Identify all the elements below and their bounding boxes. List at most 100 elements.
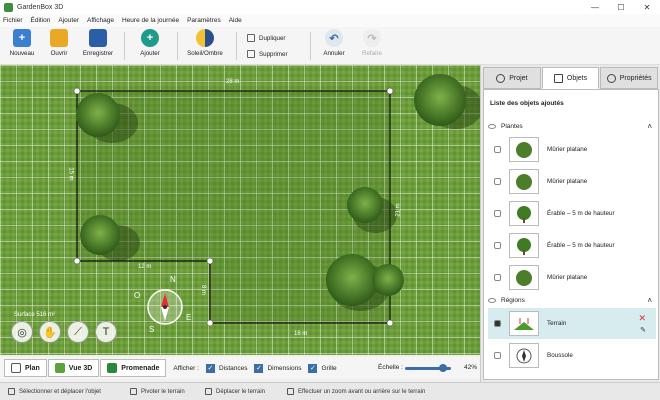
lock-icon[interactable] bbox=[494, 210, 501, 217]
menu-edition[interactable]: Édition bbox=[31, 17, 51, 24]
tab-proprietes[interactable]: Propriétés bbox=[600, 67, 659, 89]
plan-icon bbox=[11, 363, 21, 373]
chevron-up-icon[interactable]: ˄ bbox=[647, 122, 652, 131]
delete-button[interactable]: Supprimer bbox=[247, 50, 288, 58]
status-zoom: Effectuer un zoom avant ou arrière sur l… bbox=[298, 388, 426, 395]
garden-canvas[interactable]: 28 m 15 m 21 m 12 m 8 m 16 m N E S O Sur… bbox=[0, 65, 480, 355]
close-icon[interactable]: ✕ bbox=[638, 313, 646, 324]
chevron-up-icon[interactable]: ˄ bbox=[647, 296, 652, 305]
tree-thumbnail-icon bbox=[509, 265, 539, 290]
menu-affichage[interactable]: Affichage bbox=[87, 17, 114, 24]
new-file-icon: + bbox=[13, 29, 31, 47]
objects-list: Liste des objets ajoutés Plantes ˄ Mûrie… bbox=[483, 89, 659, 380]
scale-slider[interactable] bbox=[405, 364, 451, 372]
tab-projet[interactable]: Projet bbox=[483, 67, 541, 89]
pencil-icon[interactable]: ✎ bbox=[640, 326, 646, 334]
compass-e: E bbox=[186, 313, 192, 322]
sun-shade-button[interactable]: Soleil/Ombre bbox=[183, 29, 227, 57]
walker-icon bbox=[107, 363, 118, 373]
tree-thumbnail-icon bbox=[509, 233, 539, 258]
list-item[interactable]: Mûrier platane bbox=[488, 134, 656, 165]
app-logo-icon bbox=[4, 2, 13, 12]
dimensions-checkbox[interactable]: ✓ Dimensions bbox=[254, 363, 301, 373]
tree-thumbnail-icon bbox=[509, 169, 539, 194]
list-item[interactable]: Érable – 5 m de hauteur bbox=[488, 230, 656, 261]
sun-shade-icon bbox=[196, 29, 214, 47]
right-panel: Projet Objets Propriétés Liste des objet… bbox=[480, 65, 660, 382]
open-button[interactable]: Ouvrir bbox=[37, 29, 81, 57]
maximize-button[interactable]: ☐ bbox=[608, 0, 634, 14]
text-icon: T bbox=[102, 326, 110, 338]
tree-thumbnail-icon bbox=[509, 201, 539, 226]
dim-bottom-label: 16 m bbox=[294, 331, 308, 337]
tab-objets[interactable]: Objets bbox=[541, 67, 600, 89]
lock-icon[interactable] bbox=[494, 242, 501, 249]
list-title: Liste des objets ajoutés bbox=[490, 100, 564, 107]
title-bar: GardenBox 3D — ☐ ✕ bbox=[0, 0, 660, 14]
list-item[interactable]: Mûrier platane bbox=[488, 262, 656, 293]
check-icon: ✓ bbox=[254, 363, 264, 373]
menu-ajouter[interactable]: Ajouter bbox=[58, 17, 79, 24]
surface-label: Surface 516 m² bbox=[14, 312, 56, 318]
compass-thumbnail-icon bbox=[509, 343, 539, 368]
eye-icon[interactable] bbox=[488, 297, 496, 303]
status-rotate: Pivoter le terrain bbox=[141, 388, 185, 395]
status-select: Sélectionner et déplacer l'objet bbox=[19, 388, 101, 395]
show-label: Afficher : bbox=[173, 364, 199, 372]
menu-parametres[interactable]: Paramètres bbox=[187, 17, 221, 24]
save-button[interactable]: Enregistrer bbox=[76, 29, 120, 57]
lock-icon[interactable] bbox=[494, 178, 501, 185]
redo-button[interactable]: ↷ Refaire bbox=[350, 29, 394, 57]
layers-icon bbox=[553, 73, 563, 83]
menu-fichier[interactable]: Fichier bbox=[3, 17, 23, 24]
lock-icon[interactable] bbox=[494, 320, 501, 327]
group-plants[interactable]: Plantes ˄ bbox=[488, 120, 656, 132]
tab-promenade[interactable]: Promenade bbox=[100, 359, 167, 377]
scale-slider-thumb[interactable] bbox=[439, 364, 447, 372]
compass-o: O bbox=[134, 291, 141, 300]
text-tool[interactable]: T bbox=[95, 321, 117, 343]
measure-tool[interactable]: ⟋ bbox=[67, 321, 89, 343]
status-move: Déplacer le terrain bbox=[216, 388, 266, 395]
undo-icon: ↶ bbox=[325, 29, 343, 47]
dim-top-label: 28 m bbox=[226, 79, 240, 85]
hand-icon: ✋ bbox=[43, 326, 57, 339]
pan-tool[interactable]: ✋ bbox=[39, 321, 61, 343]
minimize-button[interactable]: — bbox=[582, 0, 608, 14]
folder-icon bbox=[50, 29, 68, 47]
add-button[interactable]: + Ajouter bbox=[128, 29, 172, 57]
menu-bar: Fichier Édition Ajouter Affichage Heure … bbox=[0, 14, 660, 27]
gear-icon bbox=[606, 73, 616, 83]
list-item[interactable]: Mûrier platane bbox=[488, 166, 656, 197]
eye-icon[interactable] bbox=[494, 352, 501, 359]
duplicate-button[interactable]: Dupliquer bbox=[247, 34, 285, 42]
eye-icon[interactable] bbox=[488, 123, 496, 129]
distances-checkbox[interactable]: ✓ Distances bbox=[205, 363, 247, 373]
ruler-icon: ⟋ bbox=[74, 325, 82, 338]
close-button[interactable]: ✕ bbox=[634, 0, 660, 14]
tab-plan[interactable]: Plan bbox=[4, 359, 47, 377]
floppy-disk-icon bbox=[89, 29, 107, 47]
window-title: GardenBox 3D bbox=[17, 3, 64, 11]
check-icon: ✓ bbox=[308, 363, 318, 373]
tab-3d[interactable]: Vue 3D bbox=[47, 359, 100, 377]
list-item-terrain[interactable]: Terrain ✕ ✎ bbox=[488, 308, 656, 339]
view-bar: Plan Vue 3D Promenade Afficher : ✓ Dista… bbox=[0, 357, 480, 379]
compass-s: S bbox=[149, 325, 155, 334]
list-item-compass[interactable]: Boussole bbox=[488, 340, 656, 371]
lock-icon[interactable] bbox=[494, 274, 501, 281]
project-icon bbox=[496, 73, 506, 83]
status-bar: Sélectionner et déplacer l'objet Pivoter… bbox=[0, 382, 660, 400]
group-regions[interactable]: Régions ˄ bbox=[488, 294, 656, 306]
menu-heure[interactable]: Heure de la journée bbox=[122, 17, 179, 24]
menu-aide[interactable]: Aide bbox=[229, 17, 242, 24]
dim-right-label: 21 m bbox=[395, 203, 402, 217]
scale-percent: 42% bbox=[464, 364, 478, 371]
lock-icon[interactable] bbox=[494, 146, 501, 153]
compass-n: N bbox=[170, 275, 176, 284]
mouse-icon bbox=[8, 388, 15, 395]
3d-view-tool[interactable]: ◎ bbox=[11, 321, 33, 343]
check-icon: ✓ bbox=[205, 363, 215, 373]
grid-checkbox[interactable]: ✓ Grille bbox=[308, 363, 337, 373]
list-item[interactable]: Érable – 5 m de hauteur bbox=[488, 198, 656, 229]
